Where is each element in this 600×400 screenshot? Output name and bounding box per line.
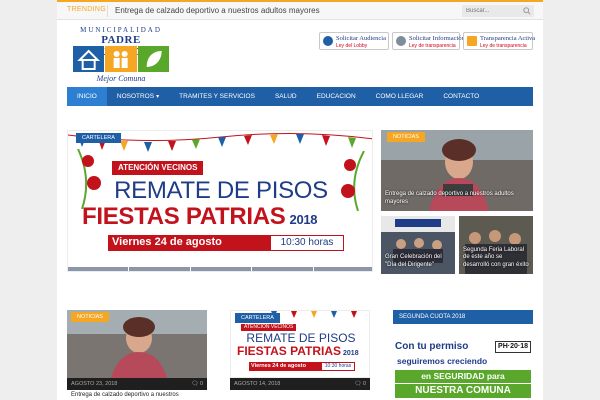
nav-item-salud[interactable]: SALUD bbox=[265, 87, 307, 106]
news-card[interactable]: CARTELERA ATENCIÓN VECINOS REMATE DE PIS… bbox=[230, 310, 370, 400]
card-date: AGOSTO 14, 2018 bbox=[234, 381, 281, 387]
widget-header: SEGUNDA CUOTA 2018 bbox=[393, 310, 533, 324]
chevron-down-icon: ▾ bbox=[156, 94, 160, 100]
logo-line1: MUNICIPALIDAD bbox=[80, 26, 162, 34]
nav-item-label: NOSOTROS bbox=[116, 93, 155, 100]
slide-headline: REMATE DE PISOS bbox=[114, 177, 328, 204]
trending-headline-link[interactable]: Entrega de calzado deportivo a nuestros … bbox=[115, 6, 320, 15]
tile-caption: Entrega de calzado deportivo a nuestros … bbox=[385, 191, 514, 206]
card-meta: AGOSTO 23, 2018 🗨 0 bbox=[67, 378, 207, 390]
permiso-text: Con tu permiso bbox=[395, 341, 469, 352]
card-subheadline: FIESTAS PATRIAS 2018 bbox=[237, 344, 359, 358]
nav-item-nosotros[interactable]: NOSOTROS ▾ bbox=[107, 87, 169, 106]
trending-label: TRENDING bbox=[67, 6, 106, 13]
search-box bbox=[462, 5, 534, 17]
divider bbox=[107, 5, 108, 17]
slide-time: 10:30 horas bbox=[270, 235, 344, 251]
family-icon bbox=[113, 51, 128, 68]
person-icon bbox=[323, 36, 333, 46]
card-image[interactable]: NOTICIAS bbox=[67, 310, 207, 378]
card-year: 2018 bbox=[343, 350, 359, 357]
news-card[interactable]: NOTICIAS AGOSTO 23, 2018 🗨 0 Entrega de … bbox=[67, 310, 207, 400]
button-subtitle: Ley de transparencia bbox=[480, 43, 527, 49]
category-badge[interactable]: NOTICIAS bbox=[387, 132, 425, 142]
category-badge[interactable]: NOTICIAS bbox=[71, 312, 109, 322]
slide-subheadline-text: FIESTAS PATRIAS bbox=[82, 203, 286, 230]
button-title: Transparencia Activa bbox=[480, 35, 536, 42]
slide-date: Viernes 24 de agosto bbox=[112, 236, 222, 248]
solicitar-audiencia-button[interactable]: Solicitar Audiencia Ley del Lobby bbox=[319, 32, 389, 50]
featured-slider[interactable]: CARTELERA ATENCIÓN VECINOS REMATE DE PIS… bbox=[67, 130, 373, 272]
nav-item-tramites[interactable]: TRAMITES Y SERVICIOS bbox=[169, 87, 265, 106]
featured-tile-main[interactable]: NOTICIAS Entrega de calzado deportivo a … bbox=[381, 130, 533, 211]
card-subheadline-text: FIESTAS PATRIAS bbox=[237, 344, 342, 358]
slider-thumb[interactable] bbox=[129, 267, 190, 271]
logo-emblem bbox=[73, 46, 169, 72]
tile-caption: Gran Celebración del "Día del Dirigente" bbox=[385, 254, 442, 269]
tile-caption: Segunda Feria Laboral de este año se des… bbox=[463, 246, 529, 269]
card-meta: AGOSTO 14, 2018 🗨 0 bbox=[230, 378, 370, 390]
comment-count[interactable]: 🗨 0 bbox=[354, 381, 366, 387]
license-plate: PH·20·18 bbox=[495, 341, 531, 353]
main-nav: INICIO NOSOTROS ▾ TRAMITES Y SERVICIOS SA… bbox=[67, 87, 533, 106]
permiso-line4: NUESTRA COMUNA bbox=[395, 384, 531, 398]
card-date: AGOSTO 23, 2018 bbox=[71, 381, 118, 387]
document-icon bbox=[467, 36, 477, 46]
permiso-banner[interactable]: Con tu permiso PH·20·18 seguiremos creci… bbox=[393, 340, 533, 400]
slide-year: 2018 bbox=[289, 212, 318, 227]
card-event-date: Viernes 24 de agosto bbox=[251, 363, 306, 369]
permiso-line3: en SEGURIDAD para bbox=[395, 370, 531, 383]
slider-thumb[interactable] bbox=[252, 267, 313, 271]
button-subtitle: Ley del Lobby bbox=[336, 43, 368, 49]
house-icon bbox=[77, 49, 101, 70]
slide-atencion-label: ATENCIÓN VECINOS bbox=[112, 161, 204, 175]
category-badge[interactable]: CARTELERA bbox=[235, 313, 280, 323]
slider-thumb[interactable] bbox=[68, 267, 129, 271]
slider-thumbnails[interactable] bbox=[68, 267, 372, 271]
page: TRENDING Entrega de calzado deportivo a … bbox=[57, 0, 543, 400]
info-icon bbox=[396, 36, 406, 46]
slider-thumb[interactable] bbox=[190, 267, 252, 271]
card-date-banner: Viernes 24 de agosto 10:30 horas bbox=[249, 362, 355, 371]
leaf-icon bbox=[146, 51, 162, 67]
slider-thumb[interactable] bbox=[313, 267, 372, 271]
search-input[interactable] bbox=[462, 5, 522, 17]
sidebar-widget: SEGUNDA CUOTA 2018 Con tu permiso PH·20·… bbox=[393, 310, 533, 400]
card-atencion-label: ATENCIÓN VECINOS bbox=[241, 324, 297, 331]
transparencia-activa-button[interactable]: Transparencia Activa Ley de transparenci… bbox=[463, 32, 536, 50]
nav-item-como-llegar[interactable]: COMO LLEGAR bbox=[366, 87, 434, 106]
permiso-line1: Con tu permiso PH·20·18 bbox=[393, 340, 533, 356]
button-subtitle: Ley de transparencia bbox=[409, 43, 456, 49]
nav-item-inicio[interactable]: INICIO bbox=[67, 87, 107, 106]
slide-date-banner: Viernes 24 de agosto 10:30 horas bbox=[108, 235, 344, 251]
solicitar-informacion-button[interactable]: Solicitar Información Ley de transparenc… bbox=[392, 32, 465, 50]
slide-subheadline: FIESTAS PATRIAS 2018 bbox=[82, 203, 372, 231]
comment-count-value: 0 bbox=[199, 381, 203, 387]
site-logo[interactable]: MUNICIPALIDAD PADRE HURTADO Mej bbox=[71, 24, 171, 86]
comment-icon: 🗨 bbox=[354, 381, 363, 387]
comment-icon: 🗨 bbox=[191, 381, 200, 387]
featured-tile-right[interactable]: Segunda Feria Laboral de este año se des… bbox=[459, 216, 533, 274]
card-image[interactable]: CARTELERA ATENCIÓN VECINOS REMATE DE PIS… bbox=[230, 310, 370, 378]
widget-title: SEGUNDA CUOTA 2018 bbox=[399, 314, 466, 320]
button-title: Solicitar Audiencia bbox=[336, 35, 387, 42]
button-title: Solicitar Información bbox=[409, 35, 465, 42]
category-badge[interactable]: CARTELERA bbox=[76, 133, 121, 143]
nav-item-contacto[interactable]: CONTACTO bbox=[433, 87, 489, 106]
logo-tagline: Mejor Comuna bbox=[96, 74, 146, 83]
comment-count[interactable]: 🗨 0 bbox=[191, 381, 203, 387]
nav-item-educacion[interactable]: EDUCACION bbox=[307, 87, 366, 106]
permiso-line2: seguiremos creciendo bbox=[397, 356, 488, 366]
search-icon[interactable] bbox=[523, 7, 531, 15]
top-bar: TRENDING Entrega de calzado deportivo a … bbox=[57, 0, 543, 20]
card-headline: REMATE DE PISOS bbox=[246, 331, 356, 345]
card-event-time: 10:30 horas bbox=[321, 362, 355, 371]
featured-tile-left[interactable]: Gran Celebración del "Día del Dirigente" bbox=[381, 216, 455, 274]
card-title[interactable]: Entrega de calzado deportivo a nuestros bbox=[71, 392, 179, 398]
comment-count-value: 0 bbox=[362, 381, 366, 387]
